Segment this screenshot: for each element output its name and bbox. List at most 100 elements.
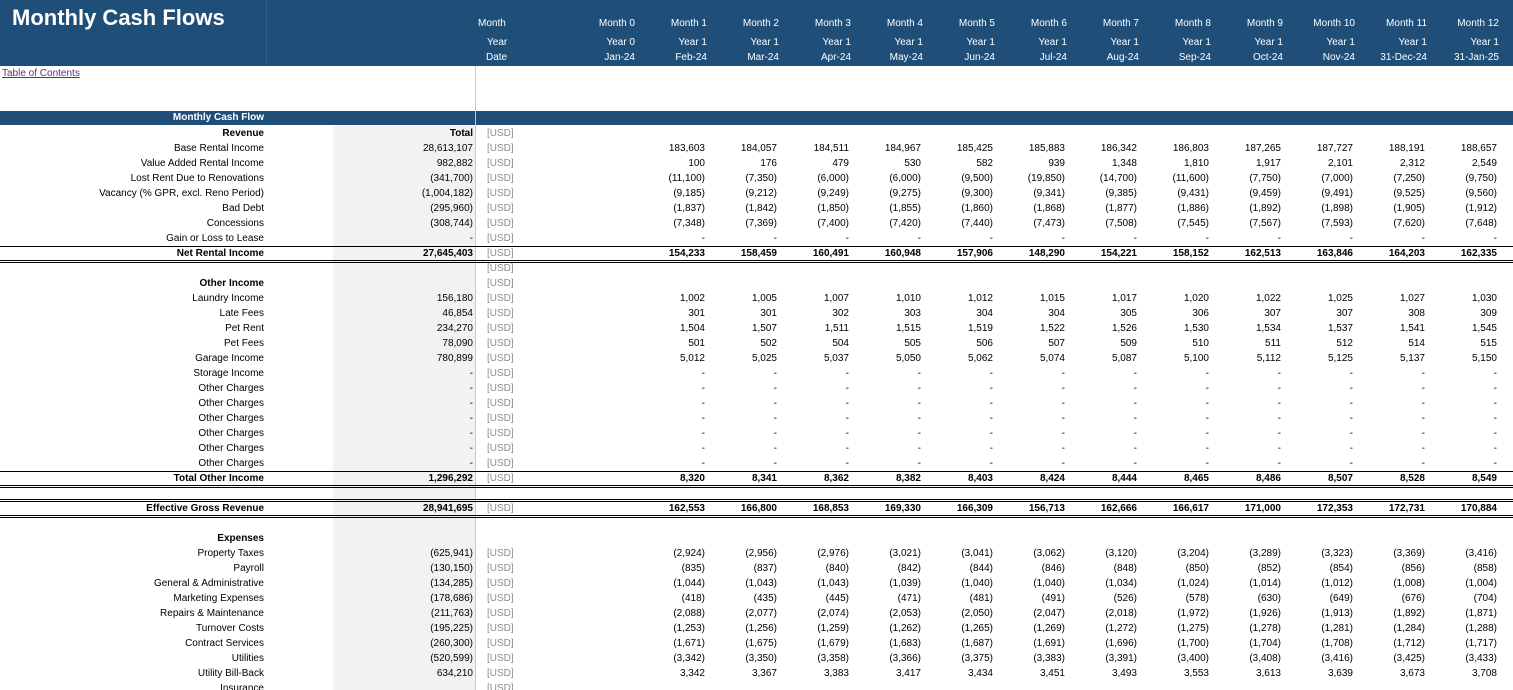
cell-month-3[interactable]: (1,850): [779, 203, 849, 214]
cell-month-6[interactable]: (846): [995, 563, 1065, 574]
cell-month-9[interactable]: -: [1211, 458, 1281, 469]
cell-month-9[interactable]: -: [1211, 443, 1281, 454]
cell-month-7[interactable]: 8,444: [1067, 473, 1137, 484]
cell-month-5[interactable]: (844): [923, 563, 993, 574]
cell-month-7[interactable]: 1,348: [1067, 158, 1137, 169]
cell-month-1[interactable]: -: [635, 233, 705, 244]
cell-month-5[interactable]: 8,403: [923, 473, 993, 484]
cell-month-1[interactable]: -: [635, 368, 705, 379]
cell-month-9[interactable]: (1,892): [1211, 203, 1281, 214]
cell-month-8[interactable]: (850): [1139, 563, 1209, 574]
row-total[interactable]: 78,090: [333, 338, 473, 349]
cell-month-12[interactable]: 170,884: [1427, 503, 1497, 514]
cell-month-8[interactable]: 158,152: [1139, 248, 1209, 259]
cell-month-7[interactable]: -: [1067, 458, 1137, 469]
cell-month-4[interactable]: (3,366): [851, 653, 921, 664]
cell-month-4[interactable]: -: [851, 443, 921, 454]
cell-month-9[interactable]: 1,534: [1211, 323, 1281, 334]
cell-month-4[interactable]: -: [851, 368, 921, 379]
cell-month-10[interactable]: 512: [1283, 338, 1353, 349]
cell-month-9[interactable]: 171,000: [1211, 503, 1281, 514]
cell-month-12[interactable]: 3,708: [1427, 668, 1497, 679]
cell-month-12[interactable]: 309: [1427, 308, 1497, 319]
cell-month-12[interactable]: 162,335: [1427, 248, 1497, 259]
cell-month-10[interactable]: 5,125: [1283, 353, 1353, 364]
cell-month-5[interactable]: 582: [923, 158, 993, 169]
cell-month-1[interactable]: (1,671): [635, 638, 705, 649]
cell-month-12[interactable]: -: [1427, 233, 1497, 244]
cell-month-7[interactable]: -: [1067, 398, 1137, 409]
cell-month-9[interactable]: (1,278): [1211, 623, 1281, 634]
cell-month-11[interactable]: (7,250): [1355, 173, 1425, 184]
cell-month-8[interactable]: 8,465: [1139, 473, 1209, 484]
cell-month-2[interactable]: -: [707, 233, 777, 244]
cell-month-5[interactable]: 506: [923, 338, 993, 349]
cell-month-2[interactable]: 502: [707, 338, 777, 349]
row-total[interactable]: (1,004,182): [333, 188, 473, 199]
cell-month-6[interactable]: 185,883: [995, 143, 1065, 154]
cell-month-11[interactable]: -: [1355, 413, 1425, 424]
cell-month-8[interactable]: 166,617: [1139, 503, 1209, 514]
cell-month-7[interactable]: -: [1067, 233, 1137, 244]
cell-month-7[interactable]: 5,087: [1067, 353, 1137, 364]
cell-month-8[interactable]: (3,400): [1139, 653, 1209, 664]
cell-month-1[interactable]: -: [635, 413, 705, 424]
cell-month-7[interactable]: 1,526: [1067, 323, 1137, 334]
cell-month-4[interactable]: (1,683): [851, 638, 921, 649]
cell-month-7[interactable]: 154,221: [1067, 248, 1137, 259]
cell-month-7[interactable]: 305: [1067, 308, 1137, 319]
cell-month-4[interactable]: (1,039): [851, 578, 921, 589]
cell-month-2[interactable]: (837): [707, 563, 777, 574]
cell-month-7[interactable]: (848): [1067, 563, 1137, 574]
cell-month-10[interactable]: (1,012): [1283, 578, 1353, 589]
cell-month-1[interactable]: -: [635, 458, 705, 469]
cell-month-2[interactable]: 301: [707, 308, 777, 319]
cell-month-9[interactable]: (1,926): [1211, 608, 1281, 619]
cell-month-11[interactable]: (1,712): [1355, 638, 1425, 649]
cell-month-7[interactable]: (14,700): [1067, 173, 1137, 184]
cell-month-5[interactable]: (2,050): [923, 608, 993, 619]
cell-month-12[interactable]: (1,717): [1427, 638, 1497, 649]
cell-month-3[interactable]: -: [779, 383, 849, 394]
cell-month-10[interactable]: 163,846: [1283, 248, 1353, 259]
row-total[interactable]: (520,599): [333, 653, 473, 664]
cell-month-5[interactable]: -: [923, 413, 993, 424]
cell-month-7[interactable]: 3,493: [1067, 668, 1137, 679]
cell-month-12[interactable]: 1,030: [1427, 293, 1497, 304]
cell-month-3[interactable]: -: [779, 233, 849, 244]
cell-month-12[interactable]: (3,416): [1427, 548, 1497, 559]
cell-month-2[interactable]: (1,256): [707, 623, 777, 634]
cell-month-2[interactable]: -: [707, 428, 777, 439]
row-total[interactable]: (260,300): [333, 638, 473, 649]
cell-month-3[interactable]: -: [779, 398, 849, 409]
cell-month-4[interactable]: 5,050: [851, 353, 921, 364]
row-total[interactable]: (134,285): [333, 578, 473, 589]
cell-month-11[interactable]: 188,191: [1355, 143, 1425, 154]
row-total[interactable]: -: [333, 443, 473, 454]
cell-month-8[interactable]: 3,553: [1139, 668, 1209, 679]
cell-month-11[interactable]: (3,369): [1355, 548, 1425, 559]
cell-month-7[interactable]: -: [1067, 383, 1137, 394]
cell-month-2[interactable]: (9,212): [707, 188, 777, 199]
cell-month-6[interactable]: 5,074: [995, 353, 1065, 364]
cell-month-8[interactable]: (1,886): [1139, 203, 1209, 214]
cell-month-6[interactable]: -: [995, 383, 1065, 394]
table-of-contents-link[interactable]: Table of Contents: [2, 68, 80, 79]
cell-month-11[interactable]: (1,284): [1355, 623, 1425, 634]
cell-month-2[interactable]: (435): [707, 593, 777, 604]
cell-month-5[interactable]: -: [923, 428, 993, 439]
cell-month-2[interactable]: 1,507: [707, 323, 777, 334]
cell-month-8[interactable]: -: [1139, 458, 1209, 469]
cell-month-4[interactable]: 303: [851, 308, 921, 319]
cell-month-5[interactable]: (1,265): [923, 623, 993, 634]
cell-month-2[interactable]: (1,675): [707, 638, 777, 649]
cell-month-11[interactable]: 308: [1355, 308, 1425, 319]
cell-month-9[interactable]: (7,750): [1211, 173, 1281, 184]
cell-month-3[interactable]: (6,000): [779, 173, 849, 184]
cell-month-2[interactable]: (2,956): [707, 548, 777, 559]
cell-month-9[interactable]: (1,704): [1211, 638, 1281, 649]
cell-month-4[interactable]: (3,021): [851, 548, 921, 559]
cell-month-8[interactable]: 186,803: [1139, 143, 1209, 154]
cell-month-8[interactable]: -: [1139, 398, 1209, 409]
cell-month-7[interactable]: (3,120): [1067, 548, 1137, 559]
